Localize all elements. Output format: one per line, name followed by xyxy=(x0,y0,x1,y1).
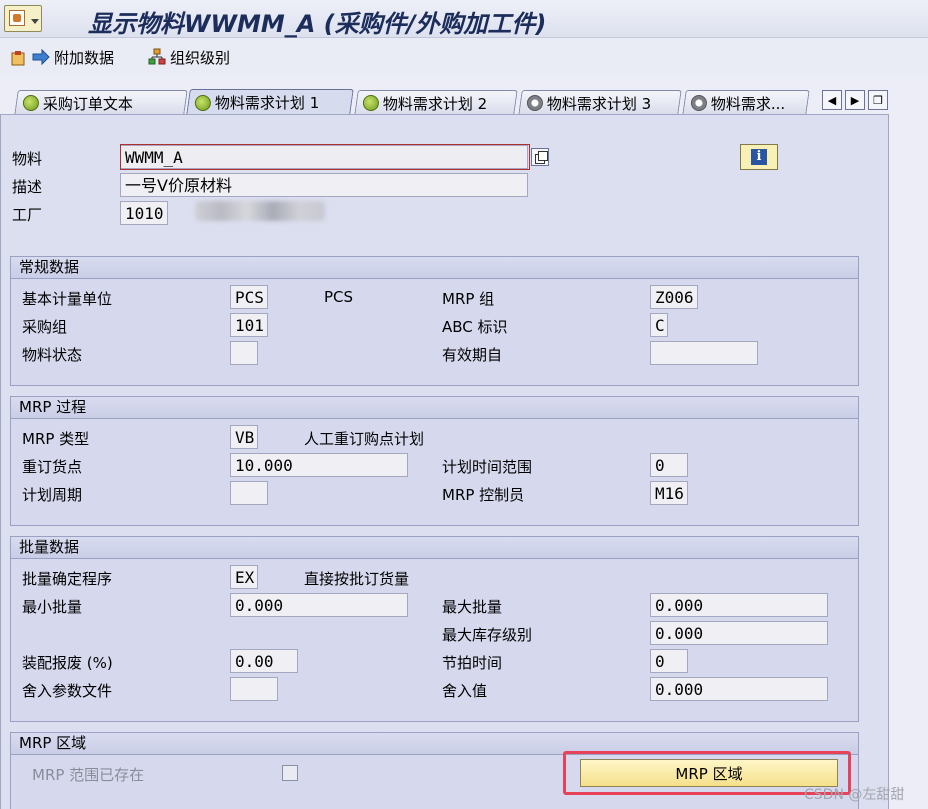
rounding-profile-field[interactable] xyxy=(230,677,278,701)
max-stock-level-field[interactable]: 0.000 xyxy=(650,621,828,645)
tab-mrp-1[interactable]: 物料需求计划 1 xyxy=(186,89,354,115)
max-lot-size-field[interactable]: 0.000 xyxy=(650,593,828,617)
plant-field[interactable]: 1010 xyxy=(120,201,168,225)
plant-label: 工厂 xyxy=(12,206,43,224)
application-toolbar xyxy=(0,38,928,76)
matchcode-icon[interactable] xyxy=(531,148,549,166)
max-lot-size-label: 最大批量 xyxy=(442,598,503,616)
rounding-value-field[interactable]: 0.000 xyxy=(650,677,828,701)
description-field[interactable]: 一号V价原材料 xyxy=(120,173,528,197)
tab-label: 物料需求计划 3 xyxy=(546,94,652,113)
planning-cycle-field[interactable] xyxy=(230,481,268,505)
material-field[interactable]: WWMM_A xyxy=(120,145,528,169)
lot-size-data-title: 批量数据 xyxy=(11,537,858,559)
material-label: 物料 xyxy=(12,150,43,168)
planning-cycle-label: 计划周期 xyxy=(22,486,83,504)
abc-indicator-label: ABC 标识 xyxy=(442,318,508,336)
org-levels-label: 组织级别 xyxy=(170,48,231,67)
mrp-procedure-title: MRP 过程 xyxy=(11,397,858,419)
tab-label: 物料需求... xyxy=(710,94,786,113)
tab-mrp-3[interactable]: 物料需求计划 3 xyxy=(518,90,682,115)
mrp-area-exists-label: MRP 范围已存在 xyxy=(32,766,145,784)
base-uom-field[interactable]: PCS xyxy=(230,285,268,309)
arrow-right-icon xyxy=(32,48,50,66)
description-label: 描述 xyxy=(12,178,43,196)
takt-time-label: 节拍时间 xyxy=(442,654,503,672)
info-icon: i xyxy=(751,149,767,165)
mrp-group-field[interactable]: Z006 xyxy=(650,285,698,309)
mrp-type-label: MRP 类型 xyxy=(22,430,90,448)
tab-list-icon[interactable]: ❐ xyxy=(868,90,888,110)
tab-mrp-4[interactable]: 物料需求... xyxy=(682,90,810,115)
lot-sizing-procedure-text: 直接按批订货量 xyxy=(304,570,410,588)
mrp-controller-field[interactable]: M16 xyxy=(650,481,688,505)
mrp-controller-label: MRP 控制员 xyxy=(442,486,525,504)
mrp-group-label: MRP 组 xyxy=(442,290,495,308)
rounding-profile-label: 舍入参数文件 xyxy=(22,682,113,700)
watermark: CSDN @左甜甜 xyxy=(804,787,905,803)
tab-mrp-2[interactable]: 物料需求计划 2 xyxy=(354,90,518,115)
planning-horizon-label: 计划时间范围 xyxy=(442,458,533,476)
tab-purchase-order-text[interactable]: 采购订单文本 xyxy=(14,90,188,115)
mrp-procedure-group: MRP 过程 xyxy=(10,396,859,526)
additional-data-button[interactable]: 附加数据 xyxy=(10,46,114,68)
system-menu-icon[interactable] xyxy=(4,5,42,32)
gear-icon xyxy=(690,95,707,111)
reorder-point-field[interactable]: 10.000 xyxy=(230,453,408,477)
check-icon xyxy=(194,94,211,111)
mrp-area-exists-checkbox[interactable] xyxy=(282,765,298,781)
assembly-scrap-field[interactable]: 0.00 xyxy=(230,649,298,673)
gear-icon xyxy=(526,95,543,111)
clipboard-icon xyxy=(10,48,28,66)
mrp-type-field[interactable]: VB xyxy=(230,425,258,449)
material-status-label: 物料状态 xyxy=(22,346,83,364)
base-uom-label: 基本计量单位 xyxy=(22,290,113,308)
planning-horizon-field[interactable]: 0 xyxy=(650,453,688,477)
valid-from-label: 有效期自 xyxy=(442,346,503,364)
reorder-point-label: 重订货点 xyxy=(22,458,83,476)
tab-label: 采购订单文本 xyxy=(42,94,133,113)
lot-sizing-procedure-label: 批量确定程序 xyxy=(22,570,113,588)
lot-sizing-procedure-field[interactable]: EX xyxy=(230,565,258,589)
tab-scroll-right-icon[interactable]: ▶ xyxy=(845,90,865,110)
general-data-group: 常规数据 xyxy=(10,256,859,386)
purchasing-group-field[interactable]: 101 xyxy=(230,313,268,337)
window-title: 显示物料WWMM_A (采购件/外购加工件) xyxy=(88,10,547,38)
valid-from-field[interactable] xyxy=(650,341,758,365)
rounding-value-label: 舍入值 xyxy=(442,682,488,700)
mrp-type-text: 人工重订购点计划 xyxy=(304,430,425,448)
purchasing-group-label: 采购组 xyxy=(22,318,68,336)
tab-label: 物料需求计划 2 xyxy=(382,94,488,113)
tab-label: 物料需求计划 1 xyxy=(214,94,320,112)
org-hierarchy-icon xyxy=(148,48,166,66)
plant-description-redacted xyxy=(195,201,325,221)
check-icon xyxy=(22,95,39,111)
tab-scroll-left-icon[interactable]: ◀ xyxy=(822,90,842,110)
info-button[interactable]: i xyxy=(740,144,778,170)
general-data-title: 常规数据 xyxy=(11,257,858,279)
assembly-scrap-label: 装配报废 (%) xyxy=(22,654,113,672)
org-levels-button[interactable]: 组织级别 xyxy=(148,46,230,68)
min-lot-size-field[interactable]: 0.000 xyxy=(230,593,408,617)
max-stock-level-label: 最大库存级别 xyxy=(442,626,533,644)
abc-indicator-field[interactable]: C xyxy=(650,313,668,337)
material-status-field[interactable] xyxy=(230,341,258,365)
base-uom-text: PCS xyxy=(324,288,354,306)
check-icon xyxy=(362,95,379,111)
takt-time-field[interactable]: 0 xyxy=(650,649,688,673)
min-lot-size-label: 最小批量 xyxy=(22,598,83,616)
additional-data-label: 附加数据 xyxy=(54,48,115,67)
